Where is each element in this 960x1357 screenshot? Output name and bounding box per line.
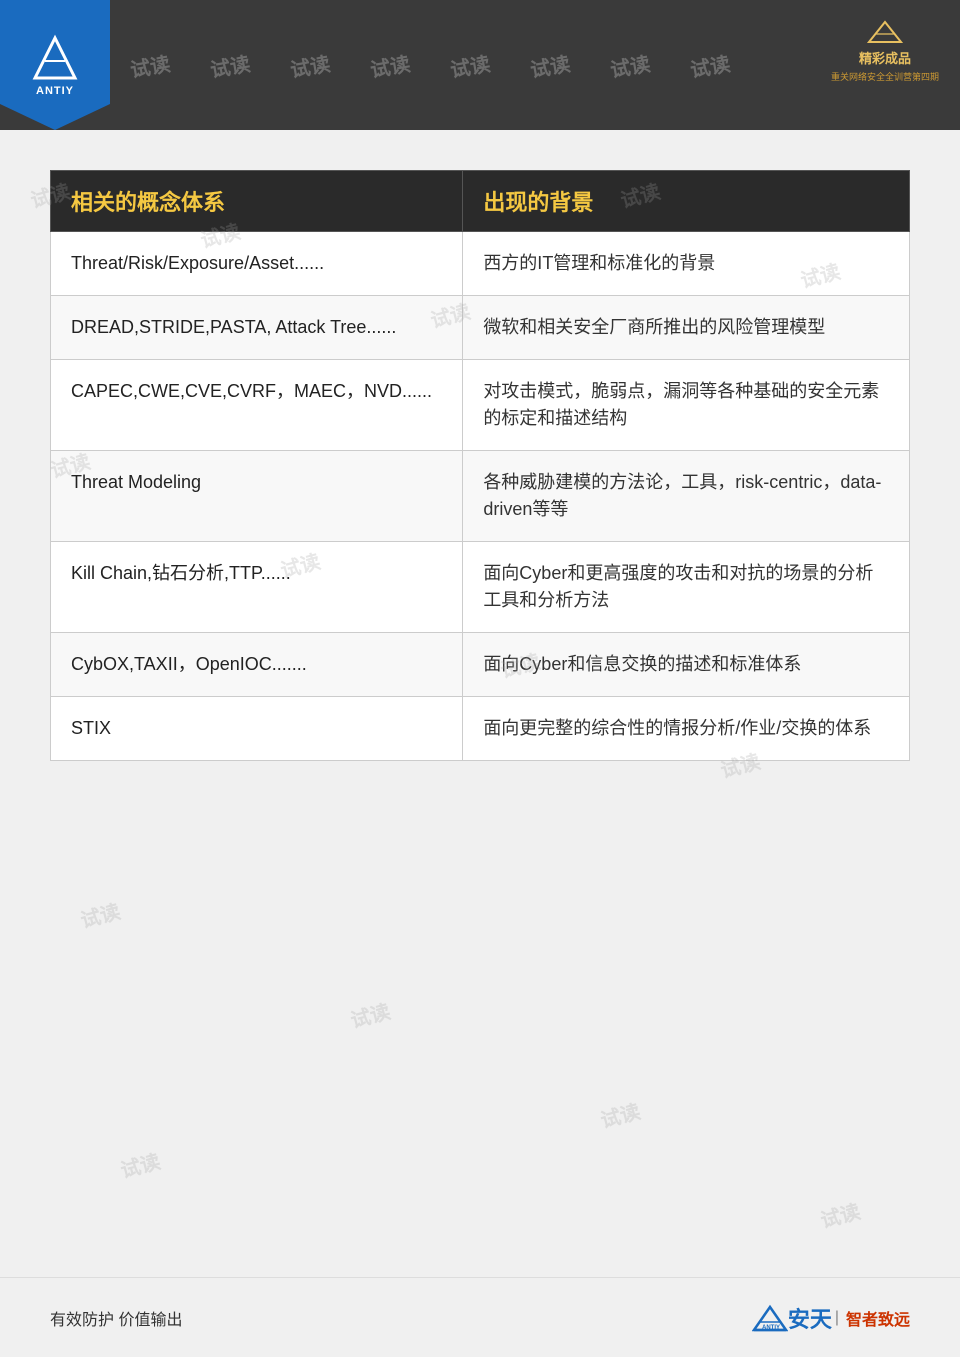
body-wm-11: 试读 — [347, 995, 393, 1033]
table-row: CAPEC,CWE,CVE,CVRF，MAEC，NVD...... 对攻击模式，… — [51, 360, 910, 451]
cell-right-5: 面向Cyber和信息交换的描述和标准体系 — [463, 633, 910, 697]
logo-box: ANTIY — [0, 0, 110, 130]
body-wm-14: 试读 — [817, 1195, 863, 1233]
header-wm-7: 试读 — [608, 51, 652, 80]
table-row: Kill Chain,钻石分析,TTP...... 面向Cyber和更高强度的攻… — [51, 542, 910, 633]
cell-right-4: 面向Cyber和更高强度的攻击和对抗的场景的分析工具和分析方法 — [463, 542, 910, 633]
table-row: Threat Modeling 各种威胁建模的方法论，工具，risk-centr… — [51, 451, 910, 542]
cell-left-2: CAPEC,CWE,CVE,CVRF，MAEC，NVD...... — [51, 360, 463, 451]
logo-text: ANTIY — [36, 85, 74, 97]
cell-right-6: 面向更完整的综合性的情报分析/作业/交换的体系 — [463, 697, 910, 761]
table-row: STIX 面向更完整的综合性的情报分析/作业/交换的体系 — [51, 697, 910, 761]
header-wm-6: 试读 — [528, 51, 572, 80]
content-table: 相关的概念体系 出现的背景 Threat/Risk/Exposure/Asset… — [50, 170, 910, 761]
header-wm-8: 试读 — [688, 51, 732, 80]
body-wm-12: 试读 — [597, 1095, 643, 1133]
table-row: DREAD,STRIDE,PASTA, Attack Tree...... 微软… — [51, 296, 910, 360]
footer: 有效防护 价值输出 ANTIY 安天 | 智者致远 — [0, 1277, 960, 1357]
header-wm-3: 试读 — [288, 51, 332, 80]
header-right-logo: 精彩成品 重关网络安全全训营第四期 — [825, 10, 945, 90]
cell-right-3: 各种威胁建模的方法论，工具，risk-centric，data-driven等等 — [463, 451, 910, 542]
cell-left-1: DREAD,STRIDE,PASTA, Attack Tree...... — [51, 296, 463, 360]
header-wm-5: 试读 — [448, 51, 492, 80]
table-header-row: 相关的概念体系 出现的背景 — [51, 171, 910, 232]
cell-right-0: 西方的IT管理和标准化的背景 — [463, 232, 910, 296]
body-wm-13: 试读 — [117, 1145, 163, 1183]
cell-right-1: 微软和相关安全厂商所推出的风险管理模型 — [463, 296, 910, 360]
table-row: CybOX,TAXII，OpenIOC....... 面向Cyber和信息交换的… — [51, 633, 910, 697]
svg-text:ANTIY: ANTIY — [762, 1325, 780, 1331]
cell-left-5: CybOX,TAXII，OpenIOC....... — [51, 633, 463, 697]
header-wm-1: 试读 — [128, 51, 172, 80]
cell-right-2: 对攻击模式，脆弱点，漏洞等各种基础的安全元素的标定和描述结构 — [463, 360, 910, 451]
header-right-sub: 重关网络安全全训营第四期 — [831, 70, 939, 83]
main-content: 相关的概念体系 出现的背景 Threat/Risk/Exposure/Asset… — [0, 130, 960, 781]
header-wm-4: 试读 — [368, 51, 412, 80]
header-right-text: 精彩成品 — [859, 50, 911, 68]
cell-left-6: STIX — [51, 697, 463, 761]
footer-left-text: 有效防护 价值输出 — [50, 1306, 182, 1330]
footer-logo: ANTIY 安天 | 智者致远 — [752, 1302, 910, 1334]
col1-header: 相关的概念体系 — [51, 171, 463, 232]
header-right-icon — [865, 17, 905, 47]
footer-logo-sub: 智者致远 — [846, 1306, 910, 1330]
footer-logo-icon: ANTIY — [752, 1304, 788, 1332]
footer-separator: | — [835, 1309, 839, 1327]
antiy-logo-icon — [25, 33, 85, 83]
col2-header: 出现的背景 — [463, 171, 910, 232]
body-wm-10: 试读 — [77, 895, 123, 933]
table-row: Threat/Risk/Exposure/Asset...... 西方的IT管理… — [51, 232, 910, 296]
header: ANTIY 试读 试读 试读 试读 试读 试读 试读 试读 精彩成品 重关网络安… — [0, 0, 960, 130]
cell-left-0: Threat/Risk/Exposure/Asset...... — [51, 232, 463, 296]
cell-left-4: Kill Chain,钻石分析,TTP...... — [51, 542, 463, 633]
cell-left-3: Threat Modeling — [51, 451, 463, 542]
header-wm-2: 试读 — [208, 51, 252, 80]
footer-right: ANTIY 安天 | 智者致远 — [752, 1302, 910, 1334]
footer-logo-main: 安天 — [788, 1302, 832, 1334]
